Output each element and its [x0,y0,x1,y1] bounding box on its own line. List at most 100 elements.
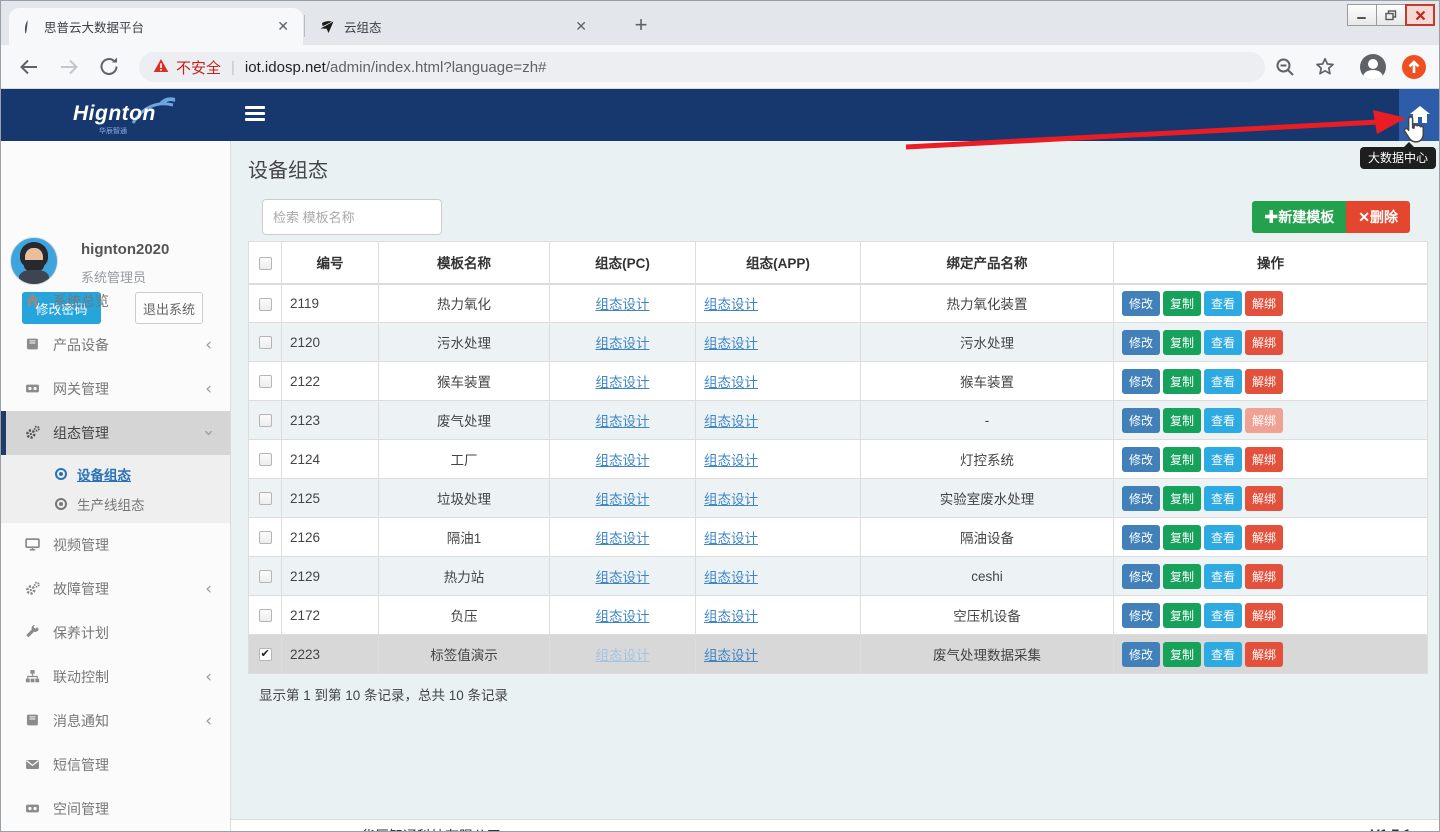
action-unbind-button[interactable]: 解绑 [1245,642,1283,667]
row-checkbox[interactable] [259,453,272,466]
pc-config-link[interactable]: 组态设计 [596,453,650,468]
action-view-button[interactable]: 查看 [1204,330,1242,355]
sidebar-item-6[interactable]: 故障管理 ‹ [1,567,230,611]
action-edit-button[interactable]: 修改 [1122,408,1160,433]
sidebar-item-2[interactable]: 产品设备 ‹ [1,323,230,367]
action-copy-button[interactable]: 复制 [1163,369,1201,394]
pc-config-link[interactable]: 组态设计 [596,609,650,624]
pc-config-link[interactable]: 组态设计 [596,375,650,390]
extension-update-icon[interactable] [1401,54,1425,78]
action-unbind-button[interactable]: 解绑 [1245,603,1283,628]
sidebar-item-1[interactable]: 系统总览 [1,279,230,323]
sidebar-item-4[interactable]: 组态管理 ‹ [1,411,230,455]
action-unbind-button[interactable]: 解绑 [1245,408,1283,433]
action-copy-button[interactable]: 复制 [1163,486,1201,511]
select-all-checkbox[interactable] [259,257,272,270]
row-checkbox[interactable] [259,298,272,311]
row-checkbox[interactable] [259,414,272,427]
app-config-link[interactable]: 组态设计 [704,297,758,312]
action-view-button[interactable]: 查看 [1204,486,1242,511]
app-config-link[interactable]: 组态设计 [704,453,758,468]
big-data-center-home-button[interactable] [1399,89,1440,141]
row-checkbox[interactable] [259,375,272,388]
row-checkbox[interactable] [259,492,272,505]
pc-config-link[interactable]: 组态设计 [596,336,650,351]
action-edit-button[interactable]: 修改 [1122,486,1160,511]
app-config-link[interactable]: 组态设计 [704,648,758,663]
sidebar-item-7[interactable]: 保养计划 [1,611,230,655]
tab-close-icon[interactable]: ✕ [571,18,591,35]
app-config-link[interactable]: 组态设计 [704,336,758,351]
action-view-button[interactable]: 查看 [1204,603,1242,628]
reload-button[interactable] [97,55,121,79]
row-checkbox[interactable] [259,531,272,544]
action-view-button[interactable]: 查看 [1204,642,1242,667]
action-unbind-button[interactable]: 解绑 [1245,525,1283,550]
pc-config-link[interactable]: 组态设计 [596,570,650,585]
sidebar-item-11[interactable]: 空间管理 [1,787,230,831]
browser-tab-inactive[interactable]: 云组态 ✕ [309,8,601,45]
pc-config-link[interactable]: 组态设计 [596,492,650,507]
action-unbind-button[interactable]: 解绑 [1245,486,1283,511]
sidebar-submenu-item[interactable]: 生产线组态 [1,489,230,519]
action-view-button[interactable]: 查看 [1204,408,1242,433]
action-unbind-button[interactable]: 解绑 [1245,330,1283,355]
action-copy-button[interactable]: 复制 [1163,408,1201,433]
sidebar-item-10[interactable]: 短信管理 [1,743,230,787]
action-copy-button[interactable]: 复制 [1163,525,1201,550]
new-tab-button[interactable]: + [627,11,655,39]
action-edit-button[interactable]: 修改 [1122,369,1160,394]
action-edit-button[interactable]: 修改 [1122,447,1160,472]
hamburger-menu-icon[interactable] [245,106,265,122]
browser-profile-avatar[interactable] [1360,54,1386,80]
app-config-link[interactable]: 组态设计 [704,531,758,546]
action-unbind-button[interactable]: 解绑 [1245,447,1283,472]
action-copy-button[interactable]: 复制 [1163,447,1201,472]
action-copy-button[interactable]: 复制 [1163,564,1201,589]
sidebar-item-5[interactable]: 视频管理 [1,523,230,567]
row-checkbox[interactable] [259,336,272,349]
back-button[interactable] [17,55,41,79]
action-copy-button[interactable]: 复制 [1163,603,1201,628]
action-edit-button[interactable]: 修改 [1122,603,1160,628]
action-copy-button[interactable]: 复制 [1163,642,1201,667]
minimize-button[interactable] [1347,4,1377,26]
delete-button[interactable]: ✕删除 [1346,201,1410,233]
app-config-link[interactable]: 组态设计 [704,375,758,390]
action-view-button[interactable]: 查看 [1204,447,1242,472]
address-bar[interactable]: 不安全 | iot.idosp.net/admin/index.html?lan… [139,52,1265,82]
action-unbind-button[interactable]: 解绑 [1245,564,1283,589]
action-edit-button[interactable]: 修改 [1122,525,1160,550]
action-view-button[interactable]: 查看 [1204,369,1242,394]
sidebar-submenu-item[interactable]: 设备组态 [1,459,230,489]
app-config-link[interactable]: 组态设计 [704,492,758,507]
pc-config-link[interactable]: 组态设计 [596,297,650,312]
action-edit-button[interactable]: 修改 [1122,330,1160,355]
row-checkbox[interactable] [259,648,272,661]
action-view-button[interactable]: 查看 [1204,564,1242,589]
sidebar-item-8[interactable]: 联动控制 ‹ [1,655,230,699]
tab-close-icon[interactable]: ✕ [273,18,293,35]
action-view-button[interactable]: 查看 [1204,525,1242,550]
row-checkbox[interactable] [259,609,272,622]
close-button[interactable] [1405,4,1435,26]
action-copy-button[interactable]: 复制 [1163,330,1201,355]
action-unbind-button[interactable]: 解绑 [1245,369,1283,394]
bookmark-star-icon[interactable] [1313,55,1337,79]
zoom-out-icon[interactable] [1273,55,1297,79]
action-edit-button[interactable]: 修改 [1122,564,1160,589]
new-template-button[interactable]: ✚新建模板 [1252,201,1346,233]
action-view-button[interactable]: 查看 [1204,291,1242,316]
pc-config-link[interactable]: 组态设计 [596,531,650,546]
browser-tab-active[interactable]: 思普云大数据平台 ✕ [9,8,303,45]
action-copy-button[interactable]: 复制 [1163,291,1201,316]
pc-config-link[interactable]: 组态设计 [596,414,650,429]
app-config-link[interactable]: 组态设计 [704,570,758,585]
forward-button[interactable] [57,55,81,79]
app-config-link[interactable]: 组态设计 [704,414,758,429]
row-checkbox[interactable] [259,570,272,583]
sidebar-item-9[interactable]: 消息通知 ‹ [1,699,230,743]
app-config-link[interactable]: 组态设计 [704,609,758,624]
action-unbind-button[interactable]: 解绑 [1245,291,1283,316]
search-input[interactable] [262,199,442,235]
